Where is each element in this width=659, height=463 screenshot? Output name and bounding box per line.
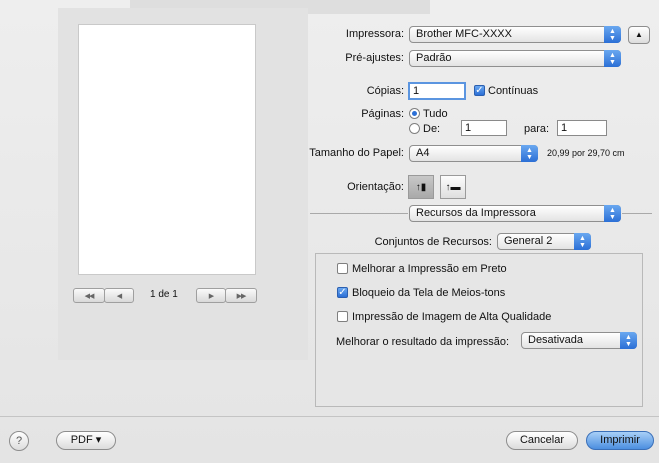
panel-value: Recursos da Impressora [416, 207, 536, 219]
pages-from-label: De: [423, 123, 441, 135]
popup-arrows-icon: ▲ ▼ [574, 233, 591, 250]
popup-arrows-icon: ▲ ▼ [604, 26, 621, 43]
pages-all-radio[interactable] [409, 108, 420, 119]
high-quality-checkbox[interactable] [337, 311, 348, 322]
improve-black-checkbox[interactable] [337, 263, 348, 274]
improve-output-value: Desativada [528, 334, 584, 346]
popup-arrows-icon: ▲ ▼ [620, 332, 637, 349]
landscape-orientation-button[interactable]: ↑▬ [440, 175, 466, 199]
high-quality-label: Impressão de Imagem de Alta Qualidade [352, 311, 552, 323]
pages-from-field[interactable]: 1 [461, 120, 507, 136]
popup-arrows-icon: ▲ ▼ [521, 145, 538, 162]
pages-to-field[interactable]: 1 [557, 120, 607, 136]
improve-output-label: Melhorar o resultado da impressão: [336, 336, 510, 348]
presets-popup[interactable]: Padrão ▲ ▼ [409, 50, 621, 67]
feature-sets-popup[interactable]: General 2 ▲ ▼ [497, 233, 591, 250]
feature-sets-value: General 2 [504, 235, 553, 247]
printer-value: Brother MFC-XXXX [416, 28, 512, 40]
prev-page-button[interactable]: ◀ [104, 288, 134, 303]
pdf-menu-button[interactable]: PDF ▾ [56, 431, 116, 450]
popup-arrows-icon: ▲ ▼ [604, 205, 621, 222]
presets-value: Padrão [416, 52, 452, 64]
pages-range-radio[interactable] [409, 123, 420, 134]
paper-size-label: Tamanho do Papel: [309, 147, 404, 159]
orientation-label: Orientação: [347, 181, 404, 193]
halftone-lock-label: Bloqueio da Tela de Meios-tons [352, 287, 506, 299]
help-icon: ? [15, 435, 23, 447]
collated-checkbox[interactable]: ✓ [474, 85, 485, 96]
feature-sets-label: Conjuntos de Recursos: [374, 236, 492, 248]
popup-arrows-icon: ▲ ▼ [604, 50, 621, 67]
copies-label: Cópias: [366, 85, 404, 97]
footer-divider [0, 416, 659, 417]
first-page-button[interactable]: ◀◀ [73, 288, 105, 303]
paper-size-popup[interactable]: A4 ▲ ▼ [409, 145, 538, 162]
presets-label: Pré-ajustes: [345, 52, 404, 64]
pages-to-label: para: [524, 123, 550, 135]
print-button[interactable]: Imprimir [586, 431, 654, 450]
expand-dialog-button[interactable]: ▲ [628, 26, 650, 44]
panel-popup[interactable]: Recursos da Impressora ▲ ▼ [409, 205, 621, 222]
paper-size-value: A4 [416, 147, 430, 159]
printer-label: Impressora: [345, 28, 404, 40]
divider-left [310, 213, 408, 214]
improve-black-label: Melhorar a Impressão em Preto [352, 263, 507, 275]
features-group [315, 253, 643, 407]
divider-right [622, 213, 652, 214]
preview-page [78, 24, 256, 275]
collated-label: Contínuas [488, 85, 539, 97]
page-count: 1 de 1 [150, 289, 178, 300]
next-page-button[interactable]: ▶ [196, 288, 226, 303]
cancel-button[interactable]: Cancelar [506, 431, 578, 450]
last-page-button[interactable]: ▶▶ [225, 288, 257, 303]
printer-popup[interactable]: Brother MFC-XXXX ▲ ▼ [409, 26, 621, 43]
portrait-orientation-button[interactable]: ↑▮ [408, 175, 434, 199]
portrait-icon: ↑▮ [415, 181, 427, 193]
improve-output-popup[interactable]: Desativada ▲ ▼ [521, 332, 637, 349]
copies-field[interactable]: 1 [408, 82, 466, 100]
pages-all-label: Tudo [423, 108, 448, 120]
print-dialog: ◀◀ ◀ 1 de 1 ▶ ▶▶ Impressora: Brother MFC… [0, 0, 659, 463]
paper-dimensions: 20,99 por 29,70 cm [547, 148, 625, 158]
halftone-lock-checkbox[interactable]: ✓ [337, 287, 348, 298]
landscape-icon: ↑▬ [445, 181, 461, 193]
help-button[interactable]: ? [9, 431, 29, 451]
pages-label: Páginas: [361, 108, 404, 120]
